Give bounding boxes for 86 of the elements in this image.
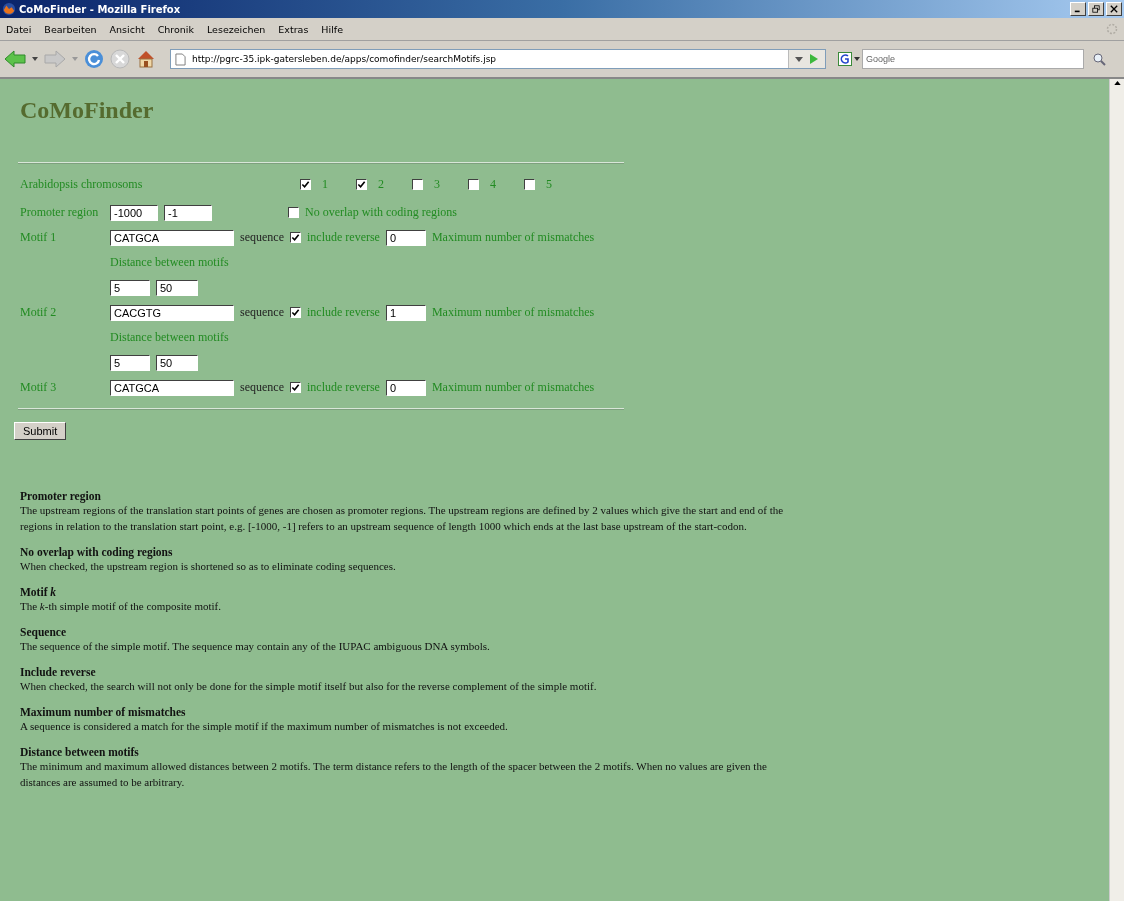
mismatches-field[interactable]: 0 [385,229,426,246]
input-field[interactable]: 50 [156,354,198,371]
search-engine-icon[interactable] [838,52,852,66]
address-field[interactable]: http://pgrc-35.ipk-gatersleben.de/apps/comofinder/searchMotifs.jsp [170,49,826,69]
field-label: Arabidopsis chromosoms [20,176,144,192]
help-heading: Promoter region [20,490,102,502]
sequence-field[interactable]: CATGCA [110,229,234,246]
checkbox[interactable] [290,382,301,393]
window-title: CoMoFinder - Mozilla Firefox [19,3,181,15]
field-label: sequence [240,230,284,245]
home-icon[interactable] [136,49,156,69]
checkbox[interactable] [412,178,423,190]
help-heading: Include reverse [20,666,97,678]
checkbox-label: No overlap with coding regions [305,205,457,220]
minimize-button[interactable] [1070,2,1086,16]
checkbox[interactable] [290,232,301,243]
help-text: The upstream regions of the translation start points of genes are chosen as promoter regions. The upstream regions are defined by 2 values which give the start and end of the regions in relation to the translation start point, e.g. [-1000, -1] refers to an upstream sequence of length 1000 which ends at the last base upstream of the start-codon. [20,503,785,534]
checkbox[interactable] [468,178,479,190]
field-label: Distance between motifs [110,255,229,270]
field-label: Motif 1 [20,230,58,245]
field-label: sequence [240,305,284,320]
help-text: When checked, the upstream region is shortened so as to eliminate coding sequences. [20,559,397,574]
reload-icon[interactable] [84,49,104,69]
checkbox[interactable] [524,178,535,190]
checkbox[interactable] [288,207,299,218]
field-label: sequence [240,380,284,395]
input-field[interactable]: 5 [110,279,150,296]
scrollbar[interactable] [1109,79,1124,901]
field-label: Motif 3 [20,380,58,395]
help-heading: Distance between motifs [20,746,140,758]
menu-item[interactable]: Bearbeiten [44,23,97,35]
dropdown-caret-icon[interactable] [854,57,860,61]
checkbox[interactable] [290,307,301,318]
help-heading: Motif k [20,586,58,598]
checkbox-label: include reverse [307,230,380,245]
checkbox-label: 4 [490,176,496,192]
help-text: A sequence is considered a match for the simple motif if the maximum number of mismatches is not exceeded. [20,719,509,734]
menu-item[interactable]: Hilfe [321,23,343,35]
input-field[interactable]: -1000 [110,204,158,221]
menu-item[interactable]: Ansicht [109,23,145,35]
page-icon [175,52,186,66]
close-button[interactable] [1106,2,1122,16]
checkbox[interactable] [300,178,311,190]
checkbox-label: 2 [378,176,384,192]
checkbox-label: 5 [546,176,552,192]
mismatches-field[interactable]: 0 [385,379,426,396]
restore-icon [1092,5,1100,13]
page-title: CoMoFinder [20,97,155,124]
menu-item[interactable]: Chronik [157,23,194,35]
sequence-field[interactable]: CATGCA [110,379,234,396]
restore-button[interactable] [1088,2,1104,16]
dropdown-caret-icon[interactable] [32,57,38,61]
input-field[interactable]: 5 [110,354,150,371]
field-label: Maximum number of mismatches [431,230,595,245]
field-label: Maximum number of mismatches [431,380,595,395]
menu-item[interactable]: Datei [6,23,32,35]
input-field[interactable]: -1 [164,204,212,221]
help-text: The k-th simple motif of the composite motif. [20,599,223,614]
scroll-up-icon[interactable] [1113,81,1121,85]
search-field[interactable]: Google [862,49,1084,69]
search-icon[interactable] [1092,52,1106,66]
field-label: Maximum number of mismatches [431,305,595,320]
field-label: Motif 2 [20,305,58,320]
input-field[interactable]: 50 [156,279,198,296]
checkbox-label: include reverse [307,305,380,320]
help-heading: Sequence [20,626,67,638]
help-text: The minimum and maximum allowed distances between 2 motifs. The term distance refers to the length of the spacer between the 2 motifs. When no values are given the distances are assumed to be arbitrary. [20,759,768,790]
menu-item[interactable]: Lesezeichen [206,23,266,35]
field-label: Promoter region [20,205,100,220]
help-text: When checked, the search will not only be done for the simple motif itself but also for the reverse complement of the simple motif. [20,679,598,694]
mismatches-field[interactable]: 1 [385,304,426,321]
browser-logo-icon [2,2,16,16]
throbber-icon [1106,23,1118,35]
sequence-field[interactable]: CACGTG [110,304,234,321]
checkbox-label: 3 [434,176,440,192]
menu-item[interactable]: Extras [278,23,309,35]
field-label: Distance between motifs [110,330,229,345]
submit-button[interactable]: Submit [14,422,67,440]
help-heading: Maximum number of mismatches [20,706,187,718]
checkbox-label: include reverse [307,380,380,395]
close-icon [1110,5,1118,13]
help-text: The sequence of the simple motif. The sequence may contain any of the IUPAC ambiguous DNA symbols. [20,639,491,654]
checkbox-label: 1 [322,176,328,192]
checkbox[interactable] [356,178,367,190]
dropdown-caret-icon[interactable] [795,56,803,62]
help-heading: No overlap with coding regions [20,546,174,558]
